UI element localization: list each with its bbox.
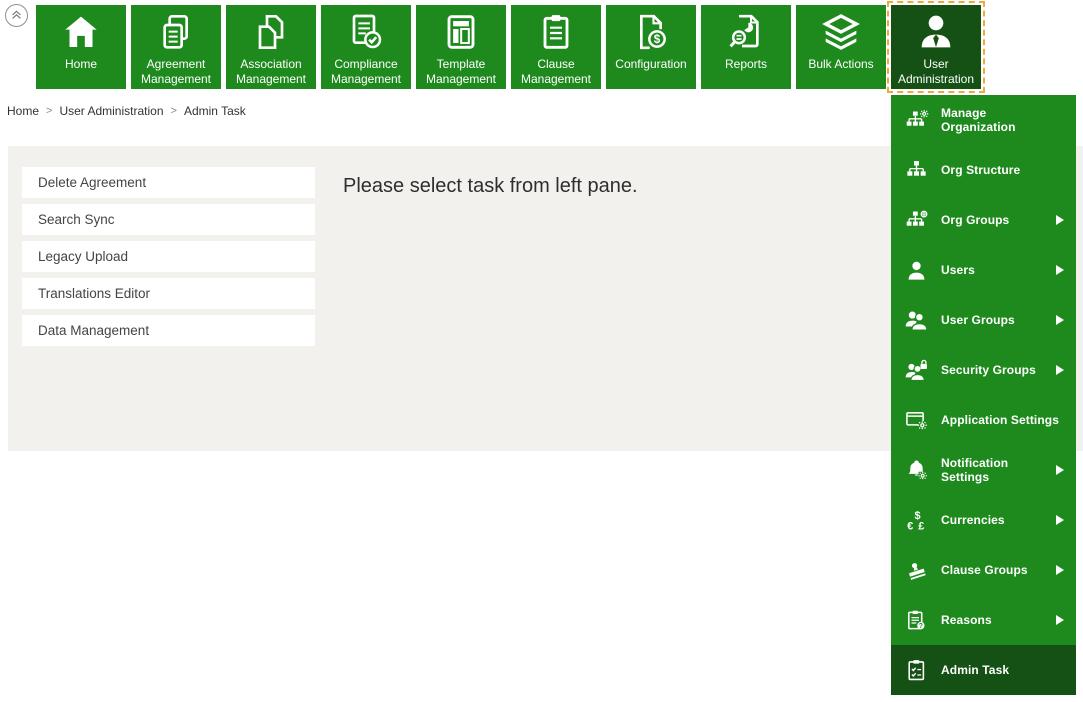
nav-tile-configuration[interactable]: $ Configuration	[606, 5, 696, 89]
menu-item-currencies[interactable]: $ € £ Currencies	[891, 495, 1076, 545]
nav-tile-label: User Administration	[897, 57, 975, 86]
menu-item-user-groups[interactable]: User Groups	[891, 295, 1076, 345]
notification-settings-icon	[904, 458, 929, 483]
nav-tiles: Home Agreement Management Association Mana…	[36, 1, 985, 93]
nav-tile-label: Association Management	[235, 57, 307, 86]
svg-text:$: $	[654, 33, 661, 46]
submenu-arrow-icon	[1056, 465, 1064, 475]
submenu-arrow-icon	[1056, 515, 1064, 525]
submenu-arrow-icon	[1056, 315, 1064, 325]
breadcrumb: Home > User Administration > Admin Task	[7, 104, 246, 118]
association-management-icon	[226, 12, 316, 52]
nav-tile-reports[interactable]: Reports	[701, 5, 791, 89]
menu-item-admin-task[interactable]: Admin Task	[891, 645, 1076, 695]
reasons-icon: ?	[904, 608, 929, 633]
menu-item-label: Org Structure	[941, 163, 1021, 177]
nav-tile-compliance-management[interactable]: Compliance Management	[321, 5, 411, 89]
users-icon	[904, 258, 929, 283]
menu-item-label: Users	[941, 263, 975, 277]
org-groups-icon	[904, 208, 929, 233]
clause-groups-icon	[904, 558, 929, 583]
breadcrumb-item-admin-task[interactable]: Admin Task	[184, 104, 246, 118]
menu-item-notification-settings[interactable]: Notification Settings	[891, 445, 1076, 495]
template-management-icon	[416, 12, 506, 52]
nav-tile-agreement-management[interactable]: Agreement Management	[131, 5, 221, 89]
nav-tile-label: Bulk Actions	[808, 57, 874, 71]
menu-item-label: Reasons	[941, 613, 992, 627]
menu-item-label: Security Groups	[941, 363, 1036, 377]
task-list: Delete Agreement Search Sync Legacy Upload…	[22, 167, 315, 352]
application-settings-icon	[904, 408, 929, 433]
nav-tile-label: Clause Management	[520, 57, 592, 86]
menu-item-security-groups[interactable]: Security Groups	[891, 345, 1076, 395]
user-groups-icon	[904, 308, 929, 333]
menu-item-label: User Groups	[941, 313, 1015, 327]
svg-text:£: £	[918, 520, 924, 532]
submenu-arrow-icon	[1056, 565, 1064, 575]
configuration-icon: $	[606, 12, 696, 52]
menu-item-users[interactable]: Users	[891, 245, 1076, 295]
nav-tile-label: Compliance Management	[330, 57, 402, 86]
nav-tile-association-management[interactable]: Association Management	[226, 5, 316, 89]
task-item-delete-agreement[interactable]: Delete Agreement	[22, 167, 315, 198]
svg-text:?: ?	[919, 622, 923, 629]
menu-item-org-structure[interactable]: Org Structure	[891, 145, 1076, 195]
org-structure-icon	[904, 158, 929, 183]
collapse-chevrons-icon	[8, 6, 25, 26]
svg-text:€: €	[907, 520, 913, 532]
security-groups-icon	[904, 358, 929, 383]
breadcrumb-item-user-administration[interactable]: User Administration	[59, 104, 163, 118]
collapse-ribbon-button[interactable]	[5, 4, 28, 27]
clause-management-icon	[511, 12, 601, 52]
manage-organization-icon	[904, 108, 929, 133]
user-administration-icon	[891, 12, 981, 52]
agreement-management-icon	[131, 12, 221, 52]
nav-tile-template-management[interactable]: Template Management	[416, 5, 506, 89]
breadcrumb-separator: >	[46, 105, 53, 117]
compliance-management-icon	[321, 12, 411, 52]
main-message: Please select task from left pane.	[343, 175, 638, 197]
bulk-actions-icon	[796, 12, 886, 52]
menu-item-org-groups[interactable]: Org Groups	[891, 195, 1076, 245]
nav-tile-label: Agreement Management	[140, 57, 212, 86]
breadcrumb-separator: >	[170, 105, 177, 117]
menu-item-clause-groups[interactable]: Clause Groups	[891, 545, 1076, 595]
nav-tile-label: Reports	[724, 57, 768, 71]
menu-item-label: Currencies	[941, 513, 1005, 527]
task-item-translations-editor[interactable]: Translations Editor	[22, 278, 315, 309]
nav-tile-user-administration[interactable]: User Administration	[887, 1, 985, 93]
task-item-legacy-upload[interactable]: Legacy Upload	[22, 241, 315, 272]
menu-item-reasons[interactable]: ? Reasons	[891, 595, 1076, 645]
admin-task-icon	[904, 658, 929, 683]
menu-item-label: Notification Settings	[941, 456, 1009, 484]
menu-item-label: Manage Organization	[941, 106, 1016, 134]
menu-item-manage-organization[interactable]: Manage Organization	[891, 95, 1076, 145]
user-admin-menu: Manage Organization Org Structure Org Grou…	[891, 95, 1076, 695]
submenu-arrow-icon	[1056, 615, 1064, 625]
menu-item-label: Org Groups	[941, 213, 1010, 227]
submenu-arrow-icon	[1056, 265, 1064, 275]
menu-item-label: Admin Task	[941, 663, 1010, 677]
nav-tile-label: Home	[64, 57, 97, 71]
breadcrumb-item-home[interactable]: Home	[7, 104, 39, 118]
task-item-search-sync[interactable]: Search Sync	[22, 204, 315, 235]
reports-icon	[701, 12, 791, 52]
menu-item-label: Clause Groups	[941, 563, 1028, 577]
nav-tile-label: Configuration	[615, 57, 687, 71]
nav-tile-bulk-actions[interactable]: Bulk Actions	[796, 5, 886, 89]
nav-tile-label: Template Management	[425, 57, 497, 86]
task-item-data-management[interactable]: Data Management	[22, 315, 315, 346]
nav-tile-clause-management[interactable]: Clause Management	[511, 5, 601, 89]
menu-item-application-settings[interactable]: Application Settings	[891, 395, 1076, 445]
submenu-arrow-icon	[1056, 365, 1064, 375]
currencies-icon: $ € £	[904, 508, 929, 533]
menu-item-label: Application Settings	[941, 413, 1060, 427]
submenu-arrow-icon	[1056, 215, 1064, 225]
home-icon	[36, 12, 126, 52]
nav-tile-home[interactable]: Home	[36, 5, 126, 89]
